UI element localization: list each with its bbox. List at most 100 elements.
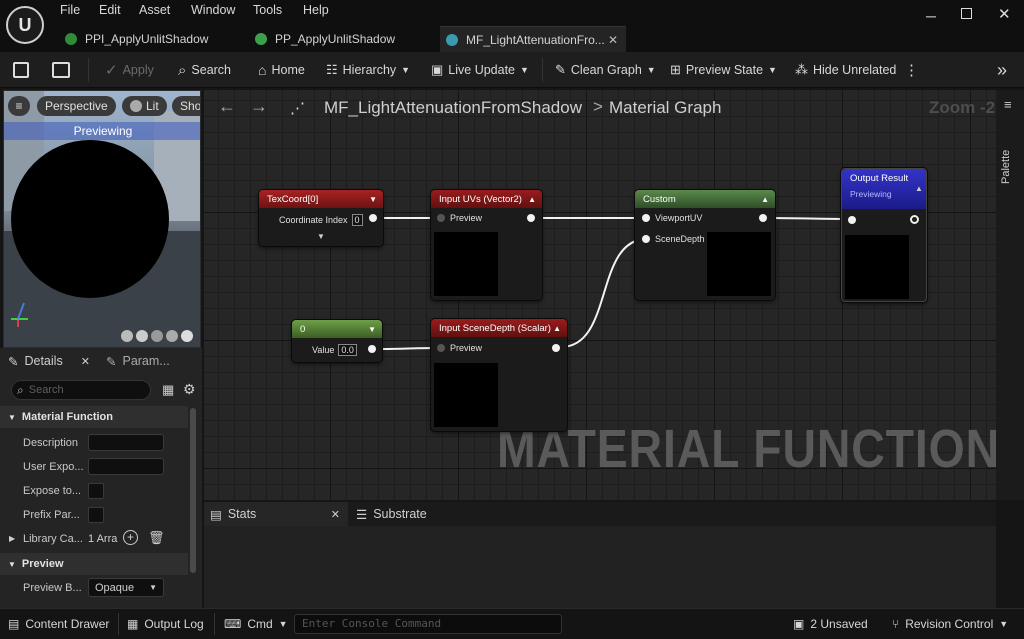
collapse-icon[interactable]: ▼: [369, 195, 377, 204]
show-button[interactable]: Show: [172, 96, 200, 116]
cube-mesh-icon[interactable]: [166, 330, 178, 342]
output-pin[interactable]: [759, 214, 767, 222]
trash-icon[interactable]: 🗑: [148, 530, 165, 546]
live-update-button[interactable]: ▣ Live Update ▼: [431, 52, 529, 88]
console-command-input[interactable]: Enter Console Command: [294, 614, 562, 634]
details-search-input[interactable]: ⌕ Search: [11, 380, 151, 400]
menu-edit[interactable]: Edit: [99, 3, 121, 17]
cmd-dropdown[interactable]: ⌨ Cmd ▼: [224, 609, 288, 639]
output-input-pin[interactable]: [848, 216, 856, 224]
preview-mesh-selector[interactable]: [121, 330, 193, 342]
output-pin[interactable]: [369, 214, 377, 222]
user-exposed-field[interactable]: [88, 458, 164, 475]
preview-viewport[interactable]: ≡ Perspective Lit Show Previewing: [3, 90, 201, 348]
tab-close-icon[interactable]: ✕: [608, 33, 618, 47]
node-output-result[interactable]: Output Result Previewing ▲: [841, 168, 927, 302]
collapse-icon[interactable]: ▲: [915, 184, 923, 193]
expose-to-library-checkbox[interactable]: [88, 483, 104, 499]
expand-toolbar-icon[interactable]: »: [997, 52, 1007, 88]
menu-file[interactable]: File: [60, 3, 80, 17]
apply-button[interactable]: ✓ Apply: [105, 52, 154, 88]
cylinder-mesh-icon[interactable]: [121, 330, 133, 342]
content-drawer-button[interactable]: ▤ Content Drawer: [8, 609, 109, 639]
stats-tab-label: Stats: [227, 507, 257, 521]
tab-mf-light-attenuation[interactable]: MF_LightAttenuationFro... ✕: [440, 26, 626, 52]
input-pin[interactable]: [437, 214, 445, 222]
palette-label[interactable]: Palette: [1000, 124, 1012, 184]
close-window-icon[interactable]: ✕: [998, 5, 1011, 23]
node-texcoord[interactable]: TexCoord[0] ▼ Coordinate Index 0 ▼: [259, 190, 383, 246]
collapse-icon[interactable]: ▼: [368, 325, 376, 334]
node-custom[interactable]: Custom ▲ ViewportUV SceneDepth: [635, 190, 775, 300]
expand-pins-icon[interactable]: ▼: [317, 232, 325, 241]
tab-parameters[interactable]: ✎ Param...: [106, 348, 170, 374]
close-tab-icon[interactable]: ✕: [331, 508, 340, 521]
viewport-uv-input-pin[interactable]: [642, 214, 650, 222]
tab-ppi-apply-unlit-shadow[interactable]: PPI_ApplyUnlitShadow: [60, 26, 240, 52]
settings-gear-icon[interactable]: ⚙: [183, 381, 196, 398]
table-view-icon[interactable]: ▦: [162, 382, 174, 398]
tab-substrate[interactable]: ☰ Substrate: [356, 502, 427, 526]
output-log-button[interactable]: ▦ Output Log: [127, 609, 204, 639]
section-material-function[interactable]: ▼ Material Function: [0, 406, 188, 428]
output-pin[interactable]: [552, 344, 560, 352]
input-pin[interactable]: [437, 344, 445, 352]
search-button[interactable]: ⌕ Search: [178, 52, 231, 88]
prefix-parameter-checkbox[interactable]: [88, 507, 104, 523]
clean-graph-button[interactable]: ✎ Clean Graph ▼: [555, 52, 656, 88]
menu-tools[interactable]: Tools: [253, 3, 282, 17]
plane-mesh-icon[interactable]: [151, 330, 163, 342]
lit-button[interactable]: Lit: [122, 96, 167, 116]
output-exec-pin[interactable]: [910, 215, 919, 224]
description-field[interactable]: [88, 434, 164, 451]
teapot-mesh-icon[interactable]: [181, 330, 193, 342]
minimize-icon[interactable]: ─: [926, 8, 936, 24]
node-input-uvs[interactable]: Input UVs (Vector2) ▲ Preview: [431, 190, 542, 300]
home-button[interactable]: ⌂ Home: [258, 52, 305, 88]
unreal-logo-icon[interactable]: U: [6, 6, 44, 44]
unsaved-button[interactable]: ▣ 2 Unsaved: [793, 609, 868, 639]
maximize-icon[interactable]: [961, 8, 972, 19]
output-pin[interactable]: [368, 345, 376, 353]
preview-blend-dropdown[interactable]: Opaque ▼: [88, 578, 164, 597]
viewport-menu-button[interactable]: ≡: [8, 96, 30, 116]
menu-help[interactable]: Help: [303, 3, 329, 17]
separator: [214, 613, 215, 635]
node-title: Input SceneDepth (Scalar): [439, 322, 551, 334]
prop-label-prefix-parameter: Prefix Par...: [23, 509, 80, 521]
node-input-scene-depth[interactable]: Input SceneDepth (Scalar) ▲ Preview: [431, 319, 567, 431]
scene-depth-input-pin[interactable]: [642, 235, 650, 243]
details-scrollbar[interactable]: [190, 408, 196, 573]
tab-details[interactable]: ✎ Details ✕: [8, 348, 90, 374]
preview-state-button[interactable]: ⊞ Preview State ▼: [670, 52, 777, 88]
value-input[interactable]: 0.0: [338, 344, 357, 356]
browse-button[interactable]: [52, 52, 70, 88]
palette-panel[interactable]: ≡ Palette: [996, 90, 1024, 500]
sphere-mesh-icon[interactable]: [136, 330, 148, 342]
menu-asset[interactable]: Asset: [139, 3, 170, 17]
palette-menu-icon[interactable]: ≡: [1004, 97, 1012, 112]
menu-window[interactable]: Window: [191, 3, 235, 17]
hide-unrelated-button[interactable]: ⁂ Hide Unrelated: [795, 52, 896, 88]
pencil-icon: ✎: [8, 354, 19, 369]
revision-control-button[interactable]: ⑂ Revision Control ▼: [892, 609, 1008, 639]
collapse-icon[interactable]: ▲: [761, 195, 769, 204]
perspective-button[interactable]: Perspective: [37, 96, 116, 116]
section-preview[interactable]: ▼ Preview: [0, 553, 188, 575]
save-button[interactable]: [13, 52, 29, 88]
parameters-tab-label: Param...: [122, 354, 170, 368]
expand-arrow-icon[interactable]: ▶: [9, 534, 15, 543]
more-options-icon[interactable]: ⋮: [904, 52, 919, 88]
add-element-icon[interactable]: +: [123, 530, 138, 545]
output-pin[interactable]: [527, 214, 535, 222]
node-header: Output Result Previewing: [842, 169, 926, 209]
close-tab-icon[interactable]: ✕: [81, 355, 90, 368]
hierarchy-button[interactable]: ☷ Hierarchy ▼: [326, 52, 410, 88]
collapse-icon[interactable]: ▲: [528, 195, 536, 204]
collapse-icon[interactable]: ▲: [553, 324, 561, 333]
node-constant[interactable]: 0 ▼ Value 0.0: [292, 320, 382, 362]
tab-pp-apply-unlit-shadow[interactable]: PP_ApplyUnlitShadow: [250, 26, 430, 52]
tab-stats[interactable]: ▤ Stats ✕: [204, 502, 348, 526]
material-graph-canvas[interactable]: ← → ⋰ MF_LightAttenuationFromShadow > Ma…: [204, 90, 996, 500]
coordinate-index-input[interactable]: 0: [351, 214, 363, 226]
